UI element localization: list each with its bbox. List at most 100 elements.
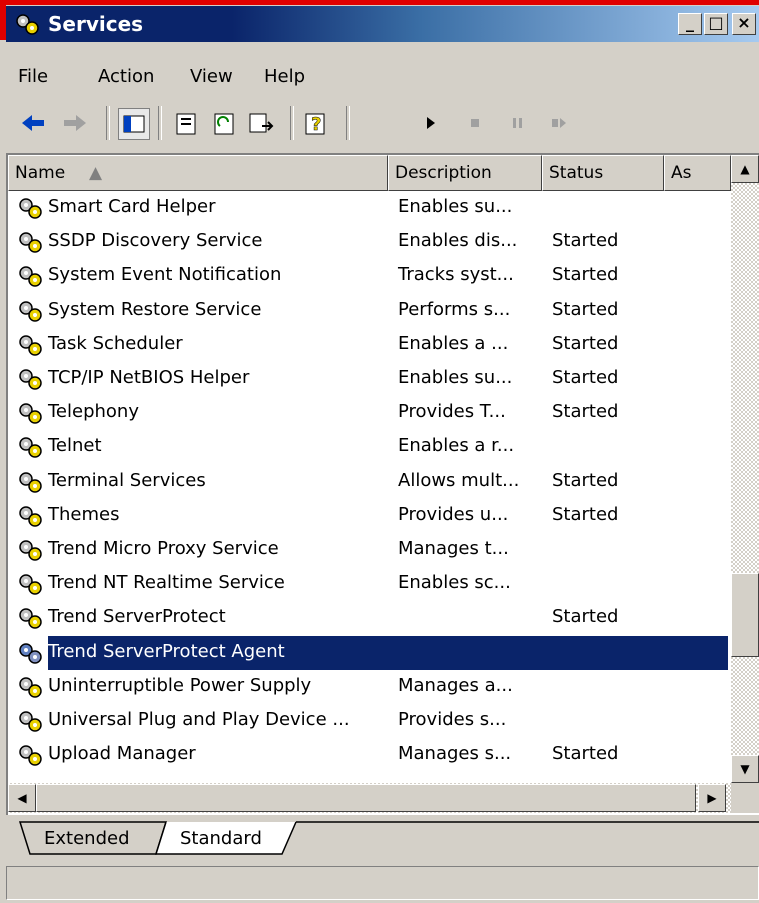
service-row[interactable]: Themes Provides u... Started [8, 499, 731, 533]
service-gear-icon [19, 232, 42, 253]
maximize-button[interactable]: □ [704, 13, 728, 35]
service-gear-icon [19, 437, 42, 459]
service-name: System Event Notification [48, 264, 282, 286]
menu-action[interactable]: Action [98, 66, 154, 87]
service-gear-icon [19, 711, 42, 732]
toolbar-separator [158, 106, 162, 140]
vertical-scrollbar[interactable]: ▲ ▼ [731, 155, 759, 783]
service-description: Manages a... [398, 674, 513, 696]
service-row[interactable]: Terminal Services Allows mult... Started [8, 465, 731, 499]
service-status: Started [552, 230, 619, 252]
service-row[interactable]: Upload Manager Manages s... Started [8, 738, 731, 772]
restart-service-icon[interactable] [544, 108, 574, 138]
service-row[interactable]: Trend ServerProtect Started [8, 601, 731, 635]
service-name: SSDP Discovery Service [48, 230, 263, 252]
toolbar-separator [290, 106, 294, 140]
minimize-button[interactable]: _ [678, 13, 702, 35]
status-bar [6, 866, 759, 900]
export-list-icon[interactable] [246, 108, 276, 138]
scroll-right-button[interactable]: ▶ [698, 784, 726, 812]
service-gear-icon [19, 300, 42, 322]
menu-view[interactable]: View [190, 66, 233, 87]
column-name-label: Name [15, 163, 66, 183]
horizontal-scroll-thumb[interactable] [36, 784, 696, 812]
scroll-left-button[interactable]: ◀ [8, 784, 36, 812]
services-gear-icon [16, 14, 39, 35]
service-name: Trend ServerProtect Agent [48, 640, 285, 662]
help-icon[interactable]: ? [302, 108, 332, 138]
column-header-name[interactable]: Name ▲ [8, 155, 388, 191]
service-gear-icon [19, 335, 42, 356]
service-row[interactable]: Universal Plug and Play Device ... Provid… [8, 704, 731, 738]
service-description: Manages s... [398, 743, 512, 765]
back-icon[interactable] [18, 108, 48, 138]
refresh-icon[interactable] [210, 108, 240, 138]
properties-icon[interactable] [172, 108, 202, 138]
title-bar[interactable]: Services _ □ × [6, 6, 759, 42]
tab-extended[interactable]: Extended [44, 824, 130, 856]
horizontal-scrollbar[interactable]: ◀ ▶ [8, 783, 731, 813]
service-status: Started [552, 401, 619, 423]
sort-ascending-icon: ▲ [89, 163, 103, 183]
service-row[interactable]: SSDP Discovery Service Enables dis... Star… [8, 225, 731, 259]
services-window: Services _ □ × File Action View Help ? N… [0, 0, 759, 903]
service-row[interactable]: System Restore Service Performs s... Start… [8, 294, 731, 328]
menu-file[interactable]: File [18, 66, 48, 87]
service-gear-icon [19, 266, 42, 288]
service-description: Provides s... [398, 709, 507, 730]
service-row[interactable]: Task Scheduler Enables a ... Started [8, 328, 731, 362]
column-header-description[interactable]: Description [388, 155, 542, 191]
scroll-up-button[interactable]: ▲ [731, 155, 759, 183]
menu-bar: File Action View Help [6, 60, 759, 94]
service-gear-icon [19, 642, 42, 664]
service-row[interactable]: Telephony Provides T... Started [8, 396, 731, 430]
service-status: Started [552, 264, 619, 286]
service-status: Started [552, 503, 619, 525]
service-row[interactable]: Trend ServerProtect Agent [8, 635, 731, 670]
service-description: Manages t... [398, 538, 509, 559]
vertical-scroll-thumb[interactable] [731, 573, 759, 657]
service-status: Started [552, 298, 619, 320]
service-name: Uninterruptible Power Supply [48, 674, 312, 696]
tab-standard[interactable]: Standard [180, 824, 262, 856]
service-row[interactable]: Smart Card Helper Enables su... [8, 191, 731, 225]
service-description: Provides u... [398, 503, 509, 525]
menu-help[interactable]: Help [264, 66, 305, 87]
service-gear-icon [19, 608, 42, 630]
close-button[interactable]: × [732, 13, 756, 35]
service-row[interactable]: System Event Notification Tracks syst... S… [8, 259, 731, 293]
service-name: Trend NT Realtime Service [48, 572, 285, 594]
pause-service-icon[interactable] [502, 108, 532, 138]
service-gear-icon [19, 369, 42, 390]
forward-icon[interactable] [60, 108, 90, 138]
service-gear-icon [19, 471, 42, 493]
services-list[interactable]: Name ▲ Description Status As Smart Card … [6, 153, 759, 815]
service-row[interactable]: Telnet Enables a r... [8, 430, 731, 464]
toolbar: ? [6, 100, 759, 148]
column-header-as[interactable]: As [664, 155, 731, 191]
service-name: Universal Plug and Play Device ... [48, 709, 350, 730]
service-description: Enables dis... [398, 230, 518, 252]
service-row[interactable]: Trend Micro Proxy Service Manages t... [8, 533, 731, 567]
stop-service-icon[interactable] [460, 108, 490, 138]
service-row[interactable]: Uninterruptible Power Supply Manages a... [8, 670, 731, 704]
service-status: Started [552, 332, 619, 354]
show-hide-console-tree-icon[interactable] [118, 108, 150, 140]
service-name: System Restore Service [48, 298, 262, 320]
service-name: Trend ServerProtect [48, 606, 226, 628]
service-description: Enables su... [398, 367, 513, 388]
scroll-down-button[interactable]: ▼ [731, 755, 759, 783]
scrollbar-corner [731, 783, 759, 813]
view-tabs: Extended Standard [6, 818, 759, 858]
toolbar-separator [346, 106, 350, 140]
service-gear-icon [19, 540, 42, 561]
red-highlight-border [0, 0, 759, 5]
service-row[interactable]: TCP/IP NetBIOS Helper Enables su... Starte… [8, 362, 731, 396]
start-service-icon[interactable] [416, 108, 446, 138]
service-name: Telnet [48, 435, 102, 457]
service-gear-icon [19, 677, 42, 698]
service-row[interactable]: Trend NT Realtime Service Enables sc... [8, 567, 731, 601]
service-name: Trend Micro Proxy Service [48, 538, 279, 559]
service-description: Enables a ... [398, 332, 509, 354]
column-header-status[interactable]: Status [542, 155, 664, 191]
